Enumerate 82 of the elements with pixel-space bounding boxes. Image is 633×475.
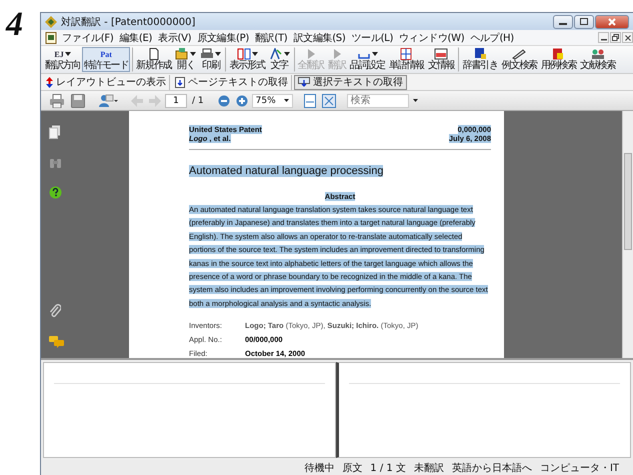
- toolbar-button[interactable]: レイアウトビューの表示: [43, 74, 170, 90]
- toolbar-button[interactable]: 品詞設定: [348, 47, 387, 72]
- caret-icon: [284, 52, 290, 56]
- toolbar-button[interactable]: ページテキストの取得: [172, 74, 292, 90]
- comment-bubbles-icon[interactable]: [49, 336, 65, 348]
- toolbar-button[interactable]: 文字: [266, 47, 292, 72]
- toolbar-button[interactable]: EJ 翻訳方向: [43, 47, 82, 72]
- status-text: 待機中: [304, 462, 334, 474]
- pages-icon[interactable]: [49, 125, 61, 139]
- maximize-icon: [580, 18, 588, 25]
- toolbar-button[interactable]: 文献検索: [578, 47, 618, 72]
- close-icon: [624, 34, 630, 40]
- toolbar-button[interactable]: 選択テキストの取得: [294, 74, 407, 90]
- open-folder-icon: [175, 48, 190, 60]
- vertical-scrollbar[interactable]: [622, 111, 633, 358]
- close-button[interactable]: [595, 14, 629, 28]
- status-text: 英語から日本語へ: [452, 462, 532, 474]
- monitor-icon: [298, 77, 310, 87]
- search-field[interactable]: 検索: [346, 94, 409, 108]
- print-button[interactable]: [47, 92, 67, 109]
- save-button[interactable]: [69, 92, 87, 109]
- fit-width-button[interactable]: [302, 92, 318, 109]
- menu-item[interactable]: 編集(E): [116, 30, 156, 44]
- status-text: コンピュータ・IT: [540, 462, 619, 474]
- minimize-button[interactable]: [553, 14, 573, 28]
- close-button[interactable]: [622, 32, 633, 43]
- page-icon: [175, 76, 185, 88]
- toolbar-button[interactable]: 表示形式: [225, 47, 267, 72]
- document-icon: [45, 32, 57, 44]
- status-text: 1 / 1 文: [370, 462, 406, 474]
- page-field[interactable]: 1: [165, 94, 187, 108]
- menu-item[interactable]: ファイル(F): [59, 30, 116, 44]
- toolbar-button[interactable]: 文情報: [426, 47, 456, 72]
- printer-icon: [200, 48, 214, 60]
- restore-icon: [612, 34, 619, 41]
- paperclip-icon[interactable]: [49, 303, 61, 318]
- menu-item[interactable]: 訳文編集(S): [290, 30, 348, 44]
- minimize-button[interactable]: [598, 32, 609, 43]
- window-icon: [434, 48, 448, 60]
- window-title: 対訳翻訳 - [Patent0000000]: [61, 16, 196, 28]
- pen-icon: [512, 48, 526, 60]
- toolbar-button[interactable]: Pat 特許モード: [82, 47, 130, 72]
- caret-icon: [190, 52, 196, 56]
- status-text: 原文: [342, 462, 362, 474]
- fit-page-button[interactable]: [320, 92, 338, 109]
- menu-item[interactable]: ヘルプ(H): [467, 30, 517, 44]
- menu-item[interactable]: 翻訳(T): [252, 30, 290, 44]
- caret-icon: [372, 52, 378, 56]
- font-icon: [268, 48, 283, 60]
- menu-item[interactable]: 原文編集(P): [194, 30, 252, 44]
- close-icon: [608, 18, 616, 26]
- restore-button[interactable]: [610, 32, 621, 43]
- toolbar-button[interactable]: 例文検索: [500, 47, 539, 72]
- maximize-button[interactable]: [574, 14, 594, 28]
- help-icon[interactable]: [49, 186, 62, 199]
- zoom-dropdown[interactable]: 75%: [252, 94, 293, 108]
- toolbar-button[interactable]: 印刷: [198, 47, 224, 72]
- status-text: 未翻訳: [414, 462, 444, 474]
- toolbar-button[interactable]: 新規作成: [132, 47, 174, 72]
- caret-icon: [252, 52, 258, 56]
- document-title: Automated natural language processing: [189, 165, 384, 177]
- menu-item[interactable]: 表示(V): [155, 30, 194, 44]
- caret-icon: [215, 52, 222, 56]
- toolbar-button[interactable]: 単語情報: [386, 47, 426, 72]
- columns-icon: [236, 48, 251, 60]
- user-icon[interactable]: [96, 92, 120, 109]
- toolbar-button[interactable]: 開く: [173, 47, 198, 72]
- new-document-icon: [146, 48, 161, 60]
- app-icon: [45, 16, 57, 28]
- caret-icon: [64, 52, 71, 56]
- menu-item[interactable]: ツール(L): [348, 30, 396, 44]
- caret-icon: [284, 99, 289, 102]
- people-icon: [590, 48, 605, 60]
- badge-icon: Pat: [100, 48, 112, 60]
- badge-icon: EJ: [54, 48, 64, 60]
- page-count: / 1: [191, 96, 205, 106]
- menu-item[interactable]: ウィンドウ(W): [396, 30, 468, 44]
- toolbar-button[interactable]: 辞書引き: [458, 47, 500, 72]
- caret-icon: [412, 99, 418, 102]
- step-number: 4: [4, 5, 24, 45]
- toolbar-button[interactable]: 用例検索: [538, 47, 578, 72]
- grid-icon: [399, 48, 414, 60]
